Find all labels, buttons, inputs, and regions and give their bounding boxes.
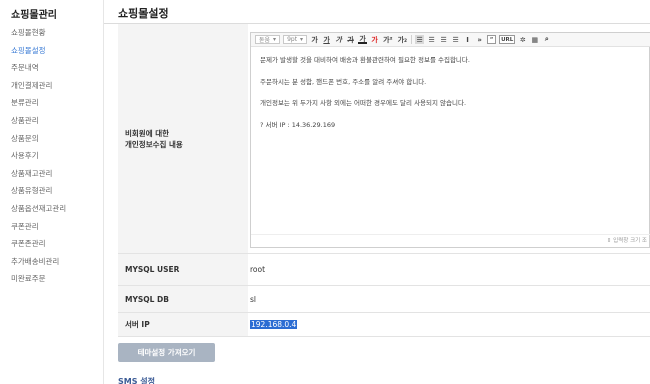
mysql-user-value[interactable]: root <box>248 254 650 285</box>
table-icon[interactable]: ▦ <box>530 35 539 44</box>
sidebar-item-coupons[interactable]: 쿠폰관리 <box>11 221 66 239</box>
editor-toolbar: 돋움 ▾ 9pt ▾ 가 가 가 가 가 가 가² 가₂ ☰ ☰ ☰ ☰ I » “… <box>251 33 650 47</box>
privacy-label: 비회원에 대한 개인정보수집 내용 <box>118 24 248 253</box>
align-justify-icon[interactable]: ☰ <box>451 35 460 44</box>
page-title: 쇼핑몰설정 <box>118 7 169 20</box>
link-icon[interactable]: URL <box>499 35 516 44</box>
sidebar-item-products[interactable]: 상품관리 <box>11 115 66 133</box>
editor-bottom-divider <box>251 234 650 235</box>
italic-icon[interactable]: 가 <box>334 35 343 44</box>
sidebar-item-extra-shipping[interactable]: 추가배송비관리 <box>11 256 66 274</box>
server-ip-value: 192.168.0.4 <box>250 320 298 329</box>
font-family-select[interactable]: 돋움 ▾ <box>255 35 281 44</box>
subscript-icon[interactable]: 가₂ <box>397 35 409 44</box>
strikethrough-icon[interactable]: 가 <box>346 35 355 44</box>
text-cursor-icon[interactable]: I <box>463 35 472 44</box>
align-center-icon[interactable]: ☰ <box>427 35 436 44</box>
toolbar-separator <box>411 35 413 44</box>
font-size-select[interactable]: 9pt ▾ <box>283 35 308 44</box>
server-ip-field[interactable]: 192.168.0.4 <box>248 313 650 336</box>
background-color-icon[interactable]: 가 <box>370 35 379 44</box>
emoticon-icon[interactable]: ✲ <box>518 35 527 44</box>
editor-content[interactable]: 문제가 발생할 것을 대비하여 배송과 환불관련하여 필요한 정보를 수집합니다… <box>260 56 470 142</box>
server-ip-label: 서버 IP <box>118 313 248 336</box>
font-color-icon[interactable]: 가 <box>358 35 368 44</box>
bold-icon[interactable]: 가 <box>310 35 319 44</box>
mysql-db-label: MYSQL DB <box>118 286 248 312</box>
sidebar-item-incomplete-orders[interactable]: 미완료주문 <box>11 273 66 291</box>
sidebar-item-categories[interactable]: 분류관리 <box>11 97 66 115</box>
font-family-value: 돋움 <box>259 37 271 44</box>
sidebar-item-option-stock[interactable]: 상품옵션재고관리 <box>11 203 66 221</box>
mysql-db-value[interactable]: sl <box>248 286 650 312</box>
content-line: 문제가 발생할 것을 대비하여 배송과 환불관련하여 필요한 정보를 수집합니다… <box>260 56 470 64</box>
sidebar: 쇼핑몰관리 쇼핑몰현황 쇼핑몰설정 주문내역 개인결제관리 분류관리 상품관리 … <box>0 0 104 384</box>
chevron-down-icon: ▾ <box>273 36 277 43</box>
font-size-value: 9pt <box>287 36 298 43</box>
underline-icon[interactable]: 가 <box>322 35 331 44</box>
quote-icon[interactable]: “ <box>487 35 497 44</box>
import-theme-settings-button[interactable]: 테마설정 가져오기 <box>118 343 215 362</box>
editor-resize-handle[interactable]: ⇕ 입력창 크기 조 <box>607 236 647 244</box>
sms-settings-title: SMS 설정 <box>118 377 155 384</box>
sidebar-item-stock[interactable]: 상품재고관리 <box>11 168 66 186</box>
sidebar-item-product-inquiry[interactable]: 상품문의 <box>11 133 66 151</box>
align-right-icon[interactable]: ☰ <box>439 35 448 44</box>
sidebar-title: 쇼핑몰관리 <box>11 10 57 21</box>
sidebar-item-coupon-zone[interactable]: 쿠폰존관리 <box>11 238 66 256</box>
content-line: 주문하시는 분 성함, 핸드폰 번호, 주소를 알려 주셔야 합니다. <box>260 77 427 86</box>
superscript-icon[interactable]: 가² <box>382 35 394 44</box>
sidebar-item-product-types[interactable]: 상품유형관리 <box>11 185 66 203</box>
mysql-user-label: MYSQL USER <box>118 254 248 285</box>
sidebar-menu: 쇼핑몰현황 쇼핑몰설정 주문내역 개인결제관리 분류관리 상품관리 상품문의 사… <box>11 27 66 291</box>
chevron-down-icon: ▾ <box>300 36 304 43</box>
sidebar-item-shop-status[interactable]: 쇼핑몰현황 <box>11 27 66 45</box>
main-content: 쇼핑몰설정 비회원에 대한 개인정보수집 내용 돋움 ▾ 9pt ▾ 가 가 가 가… <box>104 0 650 384</box>
more-tools-icon[interactable]: » <box>475 35 484 44</box>
content-line: 개인정보는 위 두가지 사항 외에는 어떠한 경우에도 달리 사용되지 않습니다… <box>260 99 467 107</box>
sidebar-item-reviews[interactable]: 사용후기 <box>11 150 66 168</box>
find-icon[interactable]: ⌕ <box>542 35 551 44</box>
sidebar-item-personal-payment[interactable]: 개인결제관리 <box>11 80 66 98</box>
row-divider <box>118 336 650 337</box>
privacy-editor[interactable]: 돋움 ▾ 9pt ▾ 가 가 가 가 가 가 가² 가₂ ☰ ☰ ☰ ☰ I » “… <box>250 32 650 248</box>
align-left-icon[interactable]: ☰ <box>415 35 425 44</box>
content-line: ? 서버 IP : 14.36.29.169 <box>260 120 336 129</box>
sidebar-item-orders[interactable]: 주문내역 <box>11 62 66 80</box>
sidebar-item-shop-settings[interactable]: 쇼핑몰설정 <box>11 45 66 63</box>
